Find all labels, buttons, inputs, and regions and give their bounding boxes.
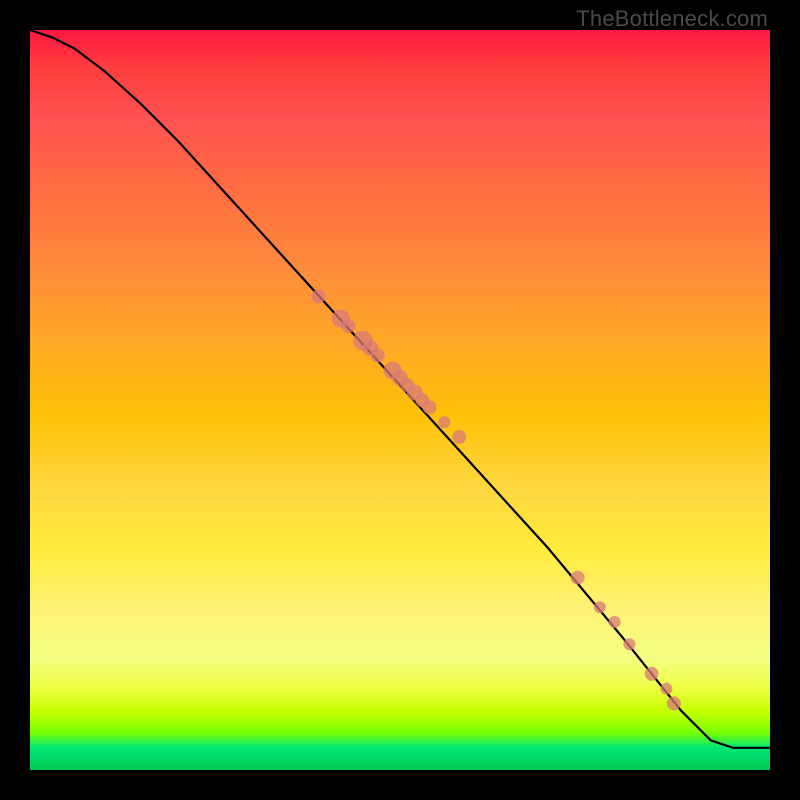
watermark-text: TheBottleneck.com bbox=[576, 6, 768, 32]
data-point-marker bbox=[645, 667, 659, 681]
data-point-marker bbox=[609, 616, 621, 628]
data-point-marker bbox=[423, 400, 437, 414]
main-curve bbox=[30, 30, 770, 748]
data-point-marker bbox=[571, 571, 585, 585]
data-markers bbox=[312, 289, 681, 710]
data-point-marker bbox=[371, 349, 385, 363]
data-point-marker bbox=[452, 430, 466, 444]
chart-svg bbox=[30, 30, 770, 770]
data-point-marker bbox=[594, 601, 606, 613]
data-point-marker bbox=[660, 683, 672, 695]
data-point-marker bbox=[312, 289, 326, 303]
data-point-marker bbox=[438, 416, 450, 428]
data-point-marker bbox=[341, 319, 355, 333]
data-point-marker bbox=[667, 696, 681, 710]
data-point-marker bbox=[623, 638, 635, 650]
